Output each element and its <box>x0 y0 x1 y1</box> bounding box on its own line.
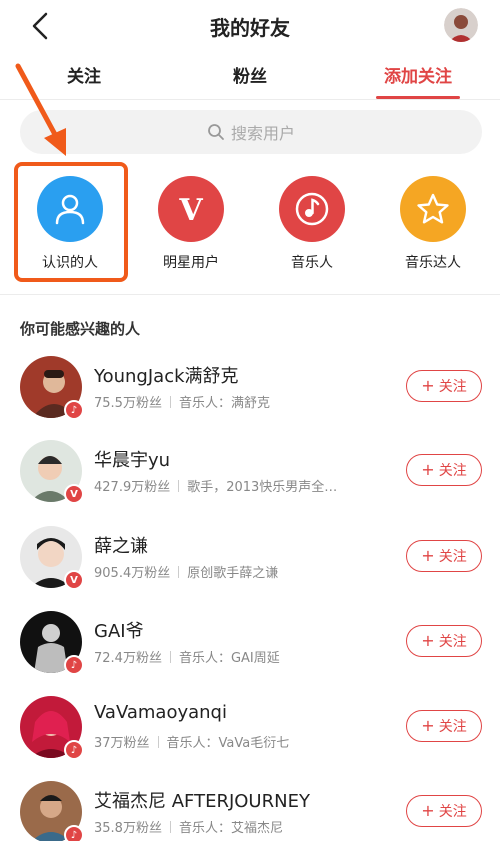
follow-button[interactable]: + 关注 <box>406 625 482 657</box>
user-meta: 75.5万粉丝 音乐人：满舒克 <box>94 392 270 411</box>
fans-count: 37万粉丝 <box>94 736 150 751</box>
avatar[interactable]: V <box>20 526 84 590</box>
user-name[interactable]: GAI爷 <box>94 617 144 643</box>
fans-count: 35.8万粉丝 <box>94 821 162 836</box>
user-meta: 72.4万粉丝 音乐人：GAI周延 <box>94 647 280 666</box>
avatar[interactable]: ♪ <box>20 696 84 760</box>
list-item[interactable]: ♪ VaVamaoyanqi 37万粉丝 音乐人：VaVa毛衍七 + 关注 <box>0 696 500 781</box>
svg-text:V: V <box>178 193 203 228</box>
user-name[interactable]: 艾福杰尼 AFTERJOURNEY <box>94 787 310 813</box>
avatar[interactable]: ♪ <box>20 611 84 675</box>
annotation-arrow <box>15 63 66 156</box>
category-label: 音乐达人 <box>405 255 461 271</box>
v-badge-icon: V <box>64 484 84 504</box>
avatar[interactable]: ♪ <box>20 781 84 841</box>
star-icon <box>400 176 466 242</box>
user-desc: 音乐人：GAI周延 <box>178 651 280 666</box>
user-meta: 35.8万粉丝 音乐人：艾福杰尼 <box>94 817 283 836</box>
category-label: 明星用户 <box>163 255 219 271</box>
user-desc: 音乐人：VaVa毛衍七 <box>166 736 290 751</box>
music-note-icon <box>279 176 345 242</box>
highlight-box <box>14 162 128 282</box>
user-name[interactable]: 华晨宇yu <box>94 446 170 472</box>
music-badge-icon: ♪ <box>64 655 84 675</box>
category-musicians[interactable]: 音乐人 <box>257 176 367 272</box>
category-star-users[interactable]: V 明星用户 <box>136 176 246 272</box>
divider <box>0 294 500 295</box>
user-desc: 歌手，2013快乐男声全… <box>187 480 338 495</box>
avatar[interactable]: ♪ <box>20 356 84 420</box>
follow-button[interactable]: + 关注 <box>406 454 482 486</box>
user-name[interactable]: VaVamaoyanqi <box>94 702 227 723</box>
user-name[interactable]: 薛之谦 <box>94 532 148 558</box>
follow-button[interactable]: + 关注 <box>406 370 482 402</box>
list-item[interactable]: ♪ YoungJack满舒克 75.5万粉丝 音乐人：满舒克 + 关注 <box>0 356 500 441</box>
music-badge-icon: ♪ <box>64 400 84 420</box>
user-meta: 905.4万粉丝 原创歌手薛之谦 <box>94 562 278 581</box>
avatar[interactable]: V <box>20 440 84 504</box>
music-badge-icon: ♪ <box>64 740 84 760</box>
list-item[interactable]: V 薛之谦 905.4万粉丝 原创歌手薛之谦 + 关注 <box>0 526 500 611</box>
plus-icon: + <box>421 801 435 820</box>
plus-icon: + <box>421 631 435 650</box>
section-title: 你可能感兴趣的人 <box>20 320 141 338</box>
user-desc: 音乐人：满舒克 <box>178 396 270 411</box>
fans-count: 75.5万粉丝 <box>94 396 162 411</box>
plus-icon: + <box>421 716 435 735</box>
follow-button[interactable]: + 关注 <box>406 795 482 827</box>
fans-count: 427.9万粉丝 <box>94 480 171 495</box>
fans-count: 72.4万粉丝 <box>94 651 162 666</box>
user-desc: 原创歌手薛之谦 <box>187 566 279 581</box>
music-badge-icon: ♪ <box>64 825 84 841</box>
list-item[interactable]: V 华晨宇yu 427.9万粉丝 歌手，2013快乐男声全… + 关注 <box>0 440 500 525</box>
user-meta: 427.9万粉丝 歌手，2013快乐男声全… <box>94 476 337 495</box>
v-badge-icon: V <box>64 570 84 590</box>
user-desc: 音乐人：艾福杰尼 <box>178 821 283 836</box>
v-icon: V <box>158 176 224 242</box>
category-music-experts[interactable]: 音乐达人 <box>378 176 488 272</box>
user-name[interactable]: YoungJack满舒克 <box>94 362 239 388</box>
user-meta: 37万粉丝 音乐人：VaVa毛衍七 <box>94 732 289 751</box>
plus-icon: + <box>421 376 435 395</box>
follow-button[interactable]: + 关注 <box>406 710 482 742</box>
category-label: 音乐人 <box>291 255 333 271</box>
list-item[interactable]: ♪ 艾福杰尼 AFTERJOURNEY 35.8万粉丝 音乐人：艾福杰尼 + 关注 <box>0 781 500 841</box>
follow-button[interactable]: + 关注 <box>406 540 482 572</box>
plus-icon: + <box>421 546 435 565</box>
fans-count: 905.4万粉丝 <box>94 566 171 581</box>
plus-icon: + <box>421 460 435 479</box>
list-item[interactable]: ♪ GAI爷 72.4万粉丝 音乐人：GAI周延 + 关注 <box>0 611 500 696</box>
